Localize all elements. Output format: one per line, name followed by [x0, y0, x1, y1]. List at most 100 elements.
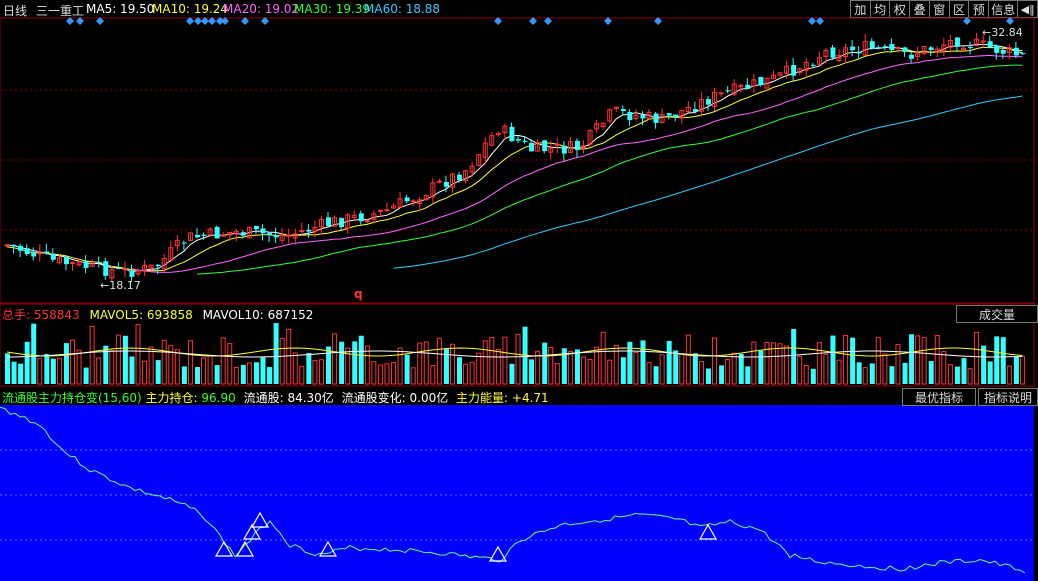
- high-price-label: ←32.84: [982, 26, 1023, 39]
- volume-bar: [856, 362, 862, 384]
- volume-bar: [194, 366, 200, 384]
- volume-indicator-button[interactable]: 成交量: [956, 305, 1038, 323]
- volume-bar: [738, 353, 744, 384]
- volume-bar: [869, 363, 875, 384]
- energy-label: 主力能量:: [456, 391, 512, 405]
- volume-bar: [850, 337, 856, 384]
- candle-body: [410, 200, 416, 203]
- volume-bar: [161, 339, 167, 385]
- candle-body: [980, 40, 986, 43]
- volume-bar: [659, 354, 665, 385]
- volume-bar: [495, 348, 501, 385]
- candle-body: [882, 46, 888, 48]
- volume-bar: [502, 336, 508, 385]
- candle-body: [791, 65, 797, 76]
- volume-bar: [404, 354, 410, 384]
- kline-chart[interactable]: [0, 0, 1038, 581]
- candle-body: [220, 234, 226, 237]
- volume-bar: [436, 337, 442, 385]
- candle-body: [63, 256, 69, 265]
- ma10-line: [6, 46, 1023, 272]
- volume-bar: [469, 361, 475, 385]
- volume-total-value: 558843: [33, 308, 80, 322]
- indicator-name[interactable]: 流通股主力持仓变(15,60): [2, 391, 142, 405]
- candle-body: [436, 180, 442, 183]
- candle-body: [103, 261, 109, 276]
- candle-body: [267, 232, 273, 236]
- candle-body: [909, 54, 915, 59]
- volume-bar: [339, 341, 345, 384]
- candle-body: [306, 229, 312, 232]
- volume-bar: [509, 363, 515, 384]
- volume-bar: [1000, 337, 1006, 384]
- volume-bar: [332, 333, 338, 385]
- candle-body: [718, 92, 724, 95]
- candle-body: [339, 217, 345, 228]
- volume-bar: [31, 323, 37, 384]
- volume-bar: [292, 352, 298, 385]
- candle-body: [745, 84, 751, 89]
- volume-bar: [902, 362, 908, 384]
- volume-bar: [463, 363, 469, 385]
- volume-bar: [233, 366, 239, 385]
- volume-bar: [646, 362, 652, 385]
- volume-bar: [129, 356, 135, 384]
- ma20-line: [131, 54, 1023, 273]
- candle-body: [1020, 53, 1026, 55]
- volume-bar: [836, 359, 842, 385]
- volume-bar: [135, 324, 141, 385]
- candle-body: [364, 220, 370, 223]
- holding-value: 96.90: [201, 391, 236, 405]
- volume-bar: [187, 340, 193, 385]
- volume-bar: [875, 337, 881, 385]
- volume-bar: [155, 360, 161, 384]
- candle-body: [561, 145, 567, 154]
- volume-bar: [692, 353, 698, 384]
- candle-body: [31, 251, 37, 257]
- volume-bar: [705, 368, 711, 384]
- volume-header: 总手: 558843 MAVOL5: 693858 MAVOL10: 68715…: [2, 306, 313, 323]
- volume-bar: [823, 353, 829, 385]
- candle-body: [522, 140, 528, 142]
- candle-body: [443, 181, 449, 187]
- volume-bar: [96, 357, 102, 385]
- volume-bar: [620, 357, 626, 384]
- volume-bar: [207, 355, 213, 385]
- volume-bar: [246, 362, 252, 385]
- candle-body: [850, 46, 856, 51]
- volume-bar: [482, 340, 488, 385]
- volume-bar: [941, 351, 947, 385]
- volume-bar: [286, 328, 292, 385]
- volume-bar: [312, 359, 318, 385]
- volume-bar: [685, 334, 691, 385]
- volume-bar: [915, 335, 921, 385]
- volume-bar: [1013, 356, 1019, 384]
- candle-body: [83, 261, 89, 268]
- volume-bar: [423, 341, 429, 385]
- volume-bar: [384, 363, 390, 385]
- best-indicator-button[interactable]: 最优指标: [902, 388, 976, 406]
- volume-bar: [529, 359, 535, 384]
- volume-bar: [745, 366, 751, 384]
- volume-bar: [758, 350, 764, 384]
- volume-bar: [279, 337, 285, 385]
- candle-body: [810, 64, 816, 66]
- volume-bar: [371, 361, 377, 385]
- volume-bar: [83, 367, 89, 384]
- candle-body: [895, 46, 901, 49]
- indicator-help-button[interactable]: 指标说明: [978, 388, 1038, 406]
- volume-bar: [797, 356, 803, 385]
- candle-body: [129, 270, 135, 277]
- candle-body: [705, 99, 711, 105]
- candle-body: [70, 261, 76, 264]
- volume-bar: [843, 335, 849, 385]
- candle-body: [24, 248, 30, 255]
- volume-bar: [653, 366, 659, 384]
- float-shares-label: 流通股: 84.30亿: [243, 391, 334, 405]
- volume-bar: [542, 342, 548, 384]
- candle-body: [214, 226, 220, 239]
- volume-bar: [928, 360, 934, 384]
- event-marker[interactable]: q: [354, 287, 363, 301]
- candle-body: [273, 235, 279, 238]
- volume-bar: [633, 351, 639, 385]
